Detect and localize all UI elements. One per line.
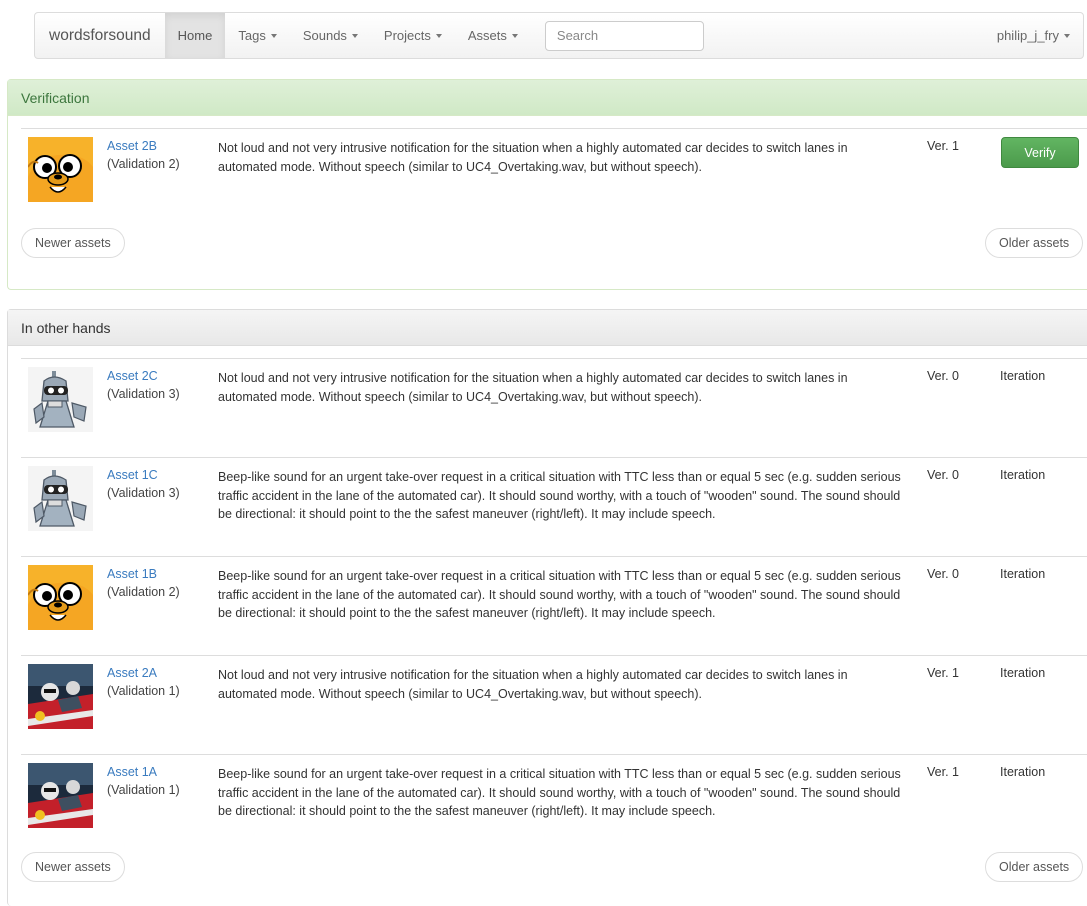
caret-down-icon: [1064, 33, 1070, 38]
nav-tags-label: Tags: [238, 28, 266, 43]
nav-home-label: Home: [177, 28, 213, 43]
asset-validation: (Validation 1): [107, 684, 180, 698]
caret-down-icon: [435, 33, 442, 38]
asset-row: Asset 2B (Validation 2) Not loud and not…: [21, 128, 1087, 200]
asset-link[interactable]: Asset 1A: [107, 765, 157, 779]
asset-validation: (Validation 2): [107, 585, 180, 599]
racer-avatar: [28, 664, 93, 729]
asset-description: Not loud and not very intrusive notifica…: [218, 141, 848, 174]
racer-avatar: [28, 763, 93, 828]
asset-state: Iteration: [1000, 666, 1046, 680]
caret-down-icon: [351, 33, 358, 38]
asset-row: Asset 2A (Validation 1) Not loud and not…: [21, 655, 1087, 754]
asset-version: Ver. 1: [927, 666, 959, 680]
asset-link[interactable]: Asset 2C: [107, 369, 158, 383]
asset-validation: (Validation 3): [107, 486, 180, 500]
nav-sounds-label: Sounds: [302, 28, 347, 43]
jake-avatar: [28, 565, 93, 630]
older-assets-button[interactable]: Older assets: [985, 228, 1084, 258]
asset-link[interactable]: Asset 2A: [107, 666, 157, 680]
asset-link[interactable]: Asset 2B: [107, 139, 157, 153]
asset-description: Beep-like sound for an urgent take-over …: [218, 569, 901, 620]
asset-version: Ver. 1: [927, 139, 959, 153]
asset-state: Iteration: [1000, 765, 1046, 779]
asset-row: Asset 1B (Validation 2) Beep-like sound …: [21, 556, 1087, 655]
user-menu-dropdown[interactable]: philip_j_fry: [984, 13, 1083, 58]
asset-version: Ver. 1: [927, 765, 959, 779]
older-assets-button[interactable]: Older assets: [985, 852, 1084, 882]
asset-link[interactable]: Asset 1C: [107, 468, 158, 482]
asset-description: Not loud and not very intrusive notifica…: [218, 371, 848, 404]
nav-home[interactable]: Home: [164, 13, 226, 58]
verify-button[interactable]: Verify: [1001, 137, 1079, 168]
bender-avatar: [28, 466, 93, 531]
in-other-hands-heading: In other hands: [8, 310, 1087, 346]
brand-link[interactable]: wordsforsound: [35, 27, 165, 45]
nav-assets-label: Assets: [467, 28, 507, 43]
in-other-hands-panel: In other hands Asset 2C (Validation 3) N…: [7, 309, 1087, 906]
asset-state: Iteration: [1000, 369, 1046, 383]
nav-tags-dropdown[interactable]: Tags: [225, 13, 289, 58]
asset-link[interactable]: Asset 1B: [107, 567, 157, 581]
newer-assets-button[interactable]: Newer assets: [21, 852, 125, 882]
bender-avatar: [28, 367, 93, 432]
asset-validation: (Validation 3): [107, 387, 180, 401]
asset-row: Asset 1C (Validation 3) Beep-like sound …: [21, 457, 1087, 556]
nav-projects-dropdown[interactable]: Projects: [371, 13, 455, 58]
nav-sounds-dropdown[interactable]: Sounds: [290, 13, 371, 58]
nav-projects-label: Projects: [383, 28, 431, 43]
asset-description: Not loud and not very intrusive notifica…: [218, 668, 848, 701]
caret-down-icon: [511, 33, 518, 38]
asset-version: Ver. 0: [927, 567, 959, 581]
asset-row: Asset 1A (Validation 1) Beep-like sound …: [21, 754, 1087, 844]
search-input[interactable]: [544, 20, 704, 51]
navbar: wordsforsound Home Tags Sounds Projects …: [34, 12, 1084, 59]
user-name: philip_j_fry: [996, 28, 1059, 43]
asset-version: Ver. 0: [927, 468, 959, 482]
verification-heading: Verification: [8, 80, 1087, 116]
nav-assets-dropdown[interactable]: Assets: [455, 13, 531, 58]
asset-version: Ver. 0: [927, 369, 959, 383]
asset-row: Asset 2C (Validation 3) Not loud and not…: [21, 358, 1087, 457]
newer-assets-button[interactable]: Newer assets: [21, 228, 125, 258]
asset-validation: (Validation 1): [107, 783, 180, 797]
asset-validation: (Validation 2): [107, 157, 180, 171]
verification-panel: Verification Asset 2B (Validation 2) Not…: [7, 79, 1087, 290]
jake-avatar: [28, 137, 93, 202]
caret-down-icon: [270, 33, 277, 38]
asset-state: Iteration: [1000, 567, 1046, 581]
asset-description: Beep-like sound for an urgent take-over …: [218, 470, 901, 521]
asset-state: Iteration: [1000, 468, 1046, 482]
asset-description: Beep-like sound for an urgent take-over …: [218, 767, 901, 818]
